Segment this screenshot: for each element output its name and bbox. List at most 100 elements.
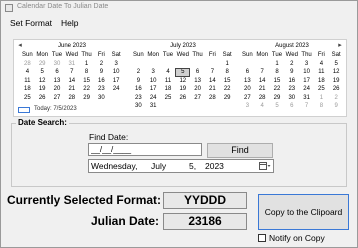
calendar-day[interactable]: 27 (190, 94, 205, 103)
calendar-day[interactable]: 30 (284, 94, 299, 103)
calendar-day[interactable]: 16 (131, 85, 146, 94)
calendar-day[interactable]: 27 (50, 94, 65, 103)
calendar-day[interactable]: 12 (35, 77, 50, 86)
calendar-day[interactable]: 12 (329, 68, 344, 77)
date-picker-day[interactable]: 5, (189, 161, 196, 171)
calendar-day[interactable]: 21 (255, 85, 270, 94)
calendar-day[interactable]: 6 (240, 68, 255, 77)
calendar-day[interactable]: 24 (109, 85, 124, 94)
calendar-day[interactable]: 14 (205, 77, 220, 86)
calendar-day[interactable]: 8 (79, 68, 94, 77)
calendar-day[interactable]: 25 (161, 94, 176, 103)
date-picker[interactable]: Wednesday, July 5, 2023 (88, 159, 274, 173)
calendar-day[interactable]: 3 (146, 68, 161, 77)
calendar-day[interactable]: 29 (79, 94, 94, 103)
calendar-day[interactable]: 22 (79, 85, 94, 94)
calendar-day[interactable]: 4 (314, 60, 329, 69)
date-picker-year[interactable]: 2023 (205, 161, 224, 171)
calendar-day[interactable]: 14 (255, 77, 270, 86)
calendar-day[interactable]: 24 (146, 94, 161, 103)
calendar-day[interactable]: 1 (79, 60, 94, 69)
calendar-day[interactable]: 7 (205, 68, 220, 77)
month-title[interactable]: June 2023 (20, 42, 124, 51)
calendar-day[interactable]: 1 (314, 94, 329, 103)
calendar-day[interactable]: 8 (314, 102, 329, 111)
calendar-day[interactable]: 1 (220, 60, 235, 69)
calendar-day[interactable]: 30 (94, 94, 109, 103)
calendar-day[interactable]: 24 (299, 85, 314, 94)
calendar-day[interactable]: 13 (240, 77, 255, 86)
calendar-day[interactable]: 15 (270, 77, 285, 86)
calendar-day[interactable]: 17 (109, 77, 124, 86)
calendar-day[interactable]: 7 (64, 68, 79, 77)
calendar-day[interactable]: 2 (329, 94, 344, 103)
calendar-day[interactable]: 22 (270, 85, 285, 94)
calendar-day[interactable]: 30 (50, 60, 65, 69)
calendar-day[interactable]: 17 (146, 85, 161, 94)
calendar-day[interactable]: 9 (94, 68, 109, 77)
calendar-day[interactable]: 25 (314, 85, 329, 94)
calendar-day[interactable]: 31 (64, 60, 79, 69)
calendar-day[interactable]: 22 (220, 85, 235, 94)
calendar-day[interactable]: 12 (175, 77, 190, 86)
calendar-day[interactable]: 19 (35, 85, 50, 94)
calendar-day[interactable]: 4 (255, 102, 270, 111)
calendar-day[interactable]: 6 (190, 68, 205, 77)
calendar-day[interactable]: 18 (161, 85, 176, 94)
month-title[interactable]: July 2023 (131, 42, 235, 51)
calendar-day[interactable]: 11 (20, 77, 35, 86)
calendar-day[interactable]: 28 (64, 94, 79, 103)
calendar-day[interactable]: 10 (299, 68, 314, 77)
calendar-day[interactable]: 7 (299, 102, 314, 111)
calendar-day[interactable]: 23 (94, 85, 109, 94)
calendar-day[interactable]: 5 (270, 102, 285, 111)
calendar-day[interactable]: 7 (255, 68, 270, 77)
calendar-day[interactable]: 26 (35, 94, 50, 103)
calendar-day[interactable]: 3 (299, 60, 314, 69)
date-picker-month[interactable]: July (151, 161, 166, 171)
calendar-day[interactable]: 1 (270, 60, 285, 69)
calendar-day[interactable]: 26 (329, 85, 344, 94)
calendar-day[interactable]: 10 (109, 68, 124, 77)
calendar-day[interactable]: 13 (190, 77, 205, 86)
calendar-day[interactable]: 16 (284, 77, 299, 86)
calendar-day[interactable]: 6 (50, 68, 65, 77)
calendar-day[interactable]: 2 (284, 60, 299, 69)
calendar-day[interactable]: 2 (94, 60, 109, 69)
calendar-day[interactable]: 13 (50, 77, 65, 86)
calendar-day[interactable]: 8 (220, 68, 235, 77)
calendar-day[interactable]: 3 (240, 102, 255, 111)
calendar-day[interactable]: 14 (64, 77, 79, 86)
calendar-day[interactable]: 20 (240, 85, 255, 94)
calendar-day[interactable]: 23 (284, 85, 299, 94)
calendar-day[interactable]: 3 (109, 60, 124, 69)
calendar-day[interactable]: 29 (270, 94, 285, 103)
calendar-day[interactable]: 20 (190, 85, 205, 94)
calendar-day[interactable]: 15 (79, 77, 94, 86)
calendar-day[interactable]: 20 (50, 85, 65, 94)
calendar-day[interactable]: 30 (131, 102, 146, 111)
calendar-day[interactable]: 28 (205, 94, 220, 103)
calendar-day[interactable]: 21 (64, 85, 79, 94)
calendar-dropdown-icon[interactable] (259, 162, 271, 171)
calendar-day[interactable]: 27 (240, 94, 255, 103)
calendar-day[interactable]: 8 (270, 68, 285, 77)
calendar-day[interactable]: 29 (35, 60, 50, 69)
calendar-day[interactable]: 17 (299, 77, 314, 86)
calendar-day[interactable]: 9 (329, 102, 344, 111)
calendar-day[interactable]: 19 (329, 77, 344, 86)
calendar-day[interactable]: 23 (131, 94, 146, 103)
calendar-day[interactable]: 9 (131, 77, 146, 86)
calendar-day[interactable]: 4 (161, 68, 176, 77)
calendar-day[interactable]: 6 (284, 102, 299, 111)
calendar-day[interactable]: 31 (146, 102, 161, 111)
calendar-day[interactable]: 9 (284, 68, 299, 77)
calendar-day[interactable]: 4 (20, 68, 35, 77)
calendar-day[interactable]: 26 (175, 94, 190, 103)
calendar-day[interactable]: 11 (314, 68, 329, 77)
calendar-day[interactable]: 28 (255, 94, 270, 103)
calendar-day[interactable]: 29 (220, 94, 235, 103)
calendar-day[interactable]: 16 (94, 77, 109, 86)
calendar-day[interactable]: 19 (175, 85, 190, 94)
calendar-day[interactable]: 2 (131, 68, 146, 77)
